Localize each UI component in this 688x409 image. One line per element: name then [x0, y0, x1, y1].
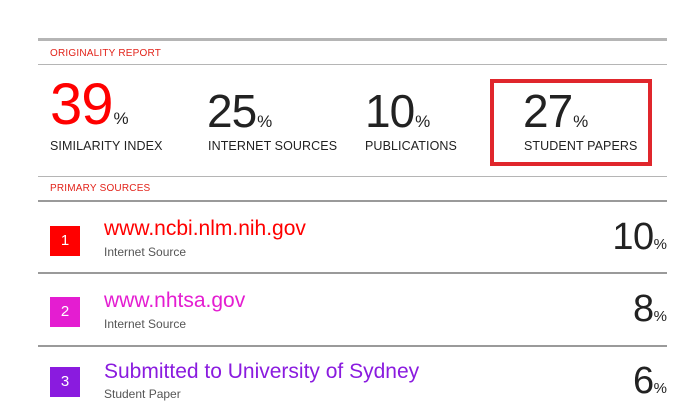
- source-rank-badge: 3: [50, 367, 80, 397]
- source-percentage-unit: %: [653, 308, 667, 325]
- header-divider: [38, 64, 667, 65]
- internet-sources-unit: %: [257, 112, 273, 131]
- list-item[interactable]: 3 Submitted to University of Sydney Stud…: [38, 347, 667, 409]
- source-percentage-number: 8: [633, 288, 654, 330]
- internet-sources-number: 25: [207, 85, 257, 137]
- primary-sources-title: PRIMARY SOURCES: [50, 183, 151, 194]
- source-percentage-number: 6: [633, 360, 654, 402]
- similarity-index-label: SIMILARITY INDEX: [50, 139, 163, 153]
- originality-report: ORIGINALITY REPORT 39% SIMILARITY INDEX …: [38, 0, 667, 409]
- source-link[interactable]: Submitted to University of Sydney: [104, 360, 419, 384]
- source-percentage: 8%: [633, 288, 667, 331]
- source-percentage-unit: %: [653, 236, 667, 253]
- source-type: Internet Source: [104, 317, 187, 331]
- report-title: ORIGINALITY REPORT: [50, 48, 162, 59]
- sources-top-divider: [38, 176, 667, 177]
- source-link[interactable]: www.ncbi.nlm.nih.gov: [104, 217, 306, 241]
- source-percentage-number: 10: [612, 216, 654, 258]
- source-percentage: 10%: [612, 216, 667, 259]
- top-divider: [38, 38, 667, 41]
- internet-sources-value: 25%: [207, 88, 272, 134]
- source-percentage: 6%: [633, 360, 667, 403]
- list-item[interactable]: 1 www.ncbi.nlm.nih.gov Internet Source 1…: [38, 202, 667, 272]
- source-rank-badge: 1: [50, 226, 80, 256]
- similarity-index-value: 39%: [50, 76, 129, 134]
- source-type: Student Paper: [104, 387, 181, 401]
- publications-unit: %: [415, 112, 431, 131]
- similarity-index-number: 39: [50, 72, 114, 137]
- publications-value: 10%: [365, 88, 430, 134]
- student-papers-highlight: [490, 79, 652, 166]
- source-percentage-unit: %: [653, 380, 667, 397]
- source-rank-badge: 2: [50, 297, 80, 327]
- list-item[interactable]: 2 www.nhtsa.gov Internet Source 8%: [38, 274, 667, 344]
- publications-number: 10: [365, 85, 415, 137]
- source-link[interactable]: www.nhtsa.gov: [104, 289, 245, 313]
- source-type: Internet Source: [104, 245, 187, 259]
- publications-label: PUBLICATIONS: [365, 139, 457, 153]
- similarity-index-unit: %: [113, 109, 129, 128]
- internet-sources-label: INTERNET SOURCES: [208, 139, 338, 153]
